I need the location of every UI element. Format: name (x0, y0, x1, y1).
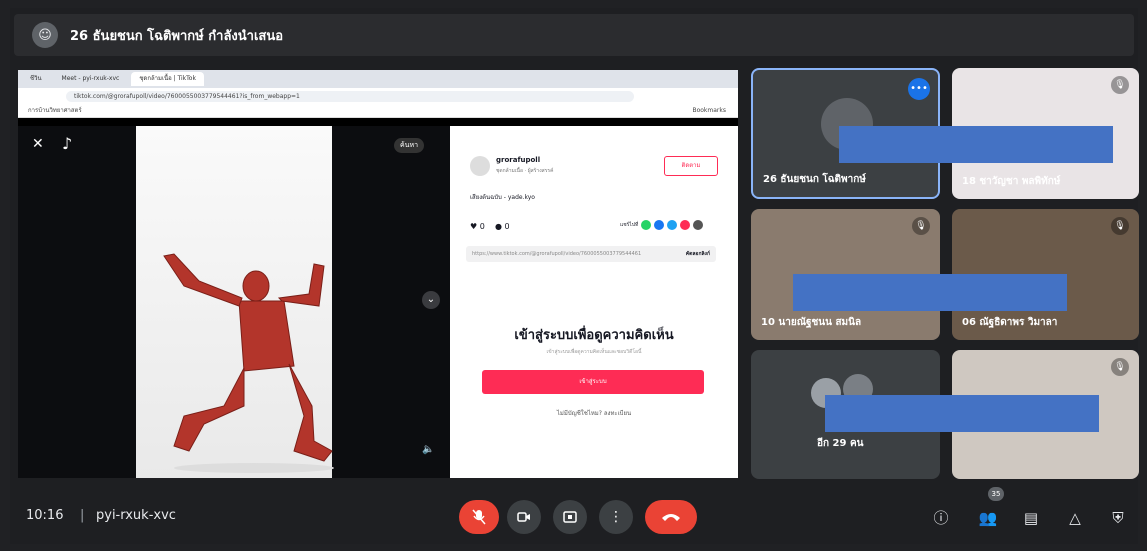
mic-off-icon (472, 509, 486, 525)
url-text: tiktok.com/@grorafupoll/video/7600055003… (66, 90, 634, 102)
more-options-button[interactable]: ⋮ (599, 500, 633, 534)
tiktok-logo-icon: ♪ (62, 134, 73, 153)
camera-icon (517, 512, 530, 522)
presenter-title: 26 ธันยชนก โฉติพากษ์ กำลังนำเสนอ (70, 28, 284, 44)
meet-control-bar: 10:16 | pyi-rxuk-xvc ⋮ ⓘ 👥 ▤ △ ⛨ (0, 486, 1147, 551)
follow-button: ติดตาม (664, 156, 718, 176)
browser-tab-strip: ชีวิน Meet - pyi-rxuk-xvc ชุดกล้ามเนื้อ … (18, 70, 738, 88)
copy-link-button: คัดลอกลิงก์ (685, 251, 710, 257)
leave-call-button[interactable] (645, 500, 697, 534)
presenter-bar: ☺ 26 ธันยชนก โฉติพากษ์ กำลังนำเสนอ (14, 14, 1134, 56)
comment-count: 0 (504, 222, 510, 231)
whatsapp-icon (641, 220, 652, 230)
video-search-button: ค้นหา (394, 138, 425, 153)
engagement-stats: ♥ 0 ● 0 (470, 222, 510, 231)
share-icon (680, 220, 691, 230)
end-call-icon (662, 514, 680, 521)
participant-name: 26 ธันยชนก โฉติพากษ์ (763, 174, 866, 185)
tiktok-video-area: ✕ ♪ ค้นหา ⌄ 🔈 (18, 126, 450, 478)
people-button[interactable]: 👥 (976, 506, 1000, 530)
heart-icon: ♥ (470, 222, 478, 231)
separator: | (80, 508, 85, 523)
activities-icon: △ (1069, 509, 1081, 527)
comment-icon: ● (494, 222, 502, 231)
meeting-code: pyi-rxuk-xvc (96, 508, 176, 523)
chat-button[interactable]: ▤ (1019, 506, 1043, 530)
mic-off-icon: 🎙 (1111, 358, 1129, 376)
participant-name: 10 นายณัฐชนน สมนิล (761, 317, 862, 328)
tiktok-comment-panel: grorafupoll ชุดกล้ามเนื้อ · ผู้สร้างสรรค… (450, 126, 738, 478)
host-controls-button[interactable]: ⛨ (1106, 506, 1130, 530)
present-icon (563, 511, 577, 523)
meeting-time: 10:16 (26, 508, 64, 523)
mic-off-icon: 🎙 (1111, 76, 1129, 94)
register-link: ไม่มีบัญชีใช่ไหม? ลงทะเบียน (556, 410, 632, 417)
shared-screen: ชีวิน Meet - pyi-rxuk-xvc ชุดกล้ามเนื้อ … (18, 70, 738, 478)
info-icon: ⓘ (933, 509, 949, 527)
participant-name: 18 ชาวัญชา พลพิทักษ์ (962, 176, 1061, 187)
creator-subtitle: ชุดกล้ามเนื้อ · ผู้สร้างสรรค์ (496, 168, 554, 174)
redaction-box (839, 126, 1113, 163)
browser-tab: Meet - pyi-rxuk-xvc (61, 75, 120, 82)
login-title: เข้าสู่ระบบเพื่อดูความคิดเห็น (514, 328, 674, 343)
share-label: แชร์ไปที่ (620, 222, 639, 228)
music-label: เสียงต้นฉบับ - yade.kyo (470, 194, 535, 201)
login-button: เข้าสู่ระบบ (482, 370, 704, 394)
redaction-box (825, 395, 1099, 432)
participant-count-badge: 35 (988, 487, 1004, 501)
video-link-box: https://www.tiktok.com/@grorafupoll/vide… (466, 246, 716, 262)
present-screen-button[interactable] (553, 500, 587, 534)
video-link-text: https://www.tiktok.com/@grorafupoll/vide… (472, 251, 642, 257)
bookmark-bar: การบ้านวิทยาศาสตร์ Bookmarks (18, 104, 738, 118)
redaction-box (793, 274, 1067, 311)
bookmarks-label: Bookmarks (692, 107, 726, 114)
camera-button[interactable] (507, 500, 541, 534)
anatomy-figure-image (163, 253, 334, 473)
more-participants-label: อีก 29 คน (817, 438, 864, 449)
more-options-icon[interactable]: ••• (908, 78, 930, 100)
browser-tab-active: ชุดกล้ามเนื้อ | TikTok (131, 72, 204, 86)
chat-icon: ▤ (1023, 509, 1039, 527)
video-frame (136, 126, 334, 478)
presenter-avatar: ☺ (32, 22, 58, 48)
volume-icon: 🔈 (422, 444, 435, 455)
meeting-details-button[interactable]: ⓘ (929, 506, 953, 530)
mic-off-icon: 🎙 (1111, 217, 1129, 235)
mic-off-icon: 🎙 (912, 217, 930, 235)
creator-username: grorafupoll (496, 156, 541, 164)
login-subtitle: เข้าสู่ระบบเพื่อดูความคิดเห็นและชอบวิดีโ… (546, 349, 642, 355)
activities-button[interactable]: △ (1063, 506, 1087, 530)
more-vert-icon: ⋮ (609, 509, 623, 525)
more-share-icon (693, 220, 704, 230)
mic-off-button[interactable] (459, 500, 499, 534)
people-icon: 👥 (978, 509, 998, 527)
shield-icon: ⛨ (1112, 509, 1124, 527)
close-icon: ✕ (32, 136, 44, 152)
facebook-icon (654, 220, 665, 230)
creator-avatar (470, 156, 490, 176)
share-row: แชร์ไปที่ (620, 220, 704, 230)
browser-address-bar: tiktok.com/@grorafupoll/video/7600055003… (18, 88, 738, 104)
browser-tab: ชีวิน (30, 75, 42, 82)
twitter-icon (667, 220, 678, 230)
chevron-down-icon: ⌄ (422, 291, 440, 309)
like-count: 0 (479, 222, 485, 231)
bookmark-item: การบ้านวิทยาศาสตร์ (28, 107, 82, 114)
participant-name: 06 ณัฐธิดาพร วิมาลา (962, 317, 1058, 328)
